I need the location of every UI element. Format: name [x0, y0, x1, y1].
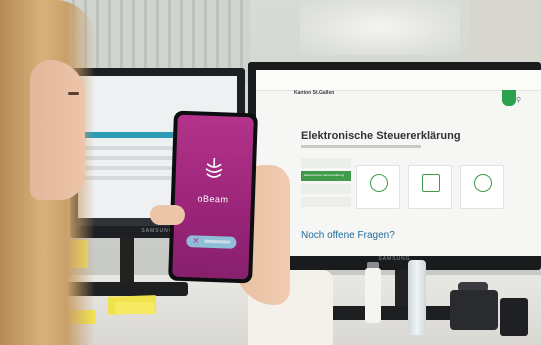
scan-icon: ✕: [192, 236, 200, 246]
side-nav-item[interactable]: [301, 158, 351, 168]
site-title[interactable]: Kanton St.Gallen: [294, 90, 334, 96]
left-monitor-stand: [120, 238, 134, 286]
cream-tube: [365, 268, 381, 323]
chart-icon: [422, 174, 440, 192]
service-card[interactable]: [408, 165, 452, 209]
faq-heading: Noch offene Fragen?: [301, 230, 395, 241]
service-card[interactable]: [460, 165, 504, 209]
side-nav-item[interactable]: [301, 184, 351, 194]
search-icon[interactable]: ⚲: [516, 96, 521, 104]
crest-icon: [502, 90, 516, 106]
side-nav-active-label: Elektronische Steuererklärung: [304, 173, 345, 177]
scan-button[interactable]: ✕: [186, 235, 237, 249]
page-subtitle-line: [301, 145, 421, 148]
app-name: oBeam: [197, 193, 229, 205]
service-card[interactable]: [356, 165, 400, 209]
pen-cup: [500, 298, 528, 336]
left-screen-row: [84, 156, 184, 160]
site-header: [256, 70, 541, 91]
globe-icon: [474, 174, 492, 192]
user-icon: [370, 174, 388, 192]
page-heading: Elektronische Steuererklärung: [301, 130, 461, 142]
right-monitor-screen: Kanton St.Gallen ⚲ Elektronische Steuere…: [256, 70, 541, 256]
smartphone: oBeam ✕: [168, 110, 258, 284]
side-nav-item[interactable]: [301, 197, 351, 207]
scan-button-label-placeholder: [204, 239, 231, 244]
right-monitor: Kanton St.Gallen ⚲ Elektronische Steuere…: [248, 62, 541, 270]
water-bottle: [408, 260, 426, 335]
left-screen-row: [84, 176, 174, 180]
side-nav: Elektronische Steuererklärung: [301, 158, 351, 210]
person-face: [30, 60, 85, 200]
service-cards: [356, 165, 506, 210]
right-monitor-brand: SAMSUNG: [378, 256, 411, 262]
side-nav-item-active[interactable]: Elektronische Steuererklärung: [301, 171, 351, 181]
office-stamp: [450, 290, 498, 330]
sticky-note: [115, 302, 155, 314]
person-thumb: [150, 205, 185, 225]
ceiling-light: [300, 0, 460, 55]
phone-screen: oBeam ✕: [172, 114, 254, 280]
obeam-logo-icon: [205, 157, 223, 178]
person-eye: [68, 92, 79, 95]
